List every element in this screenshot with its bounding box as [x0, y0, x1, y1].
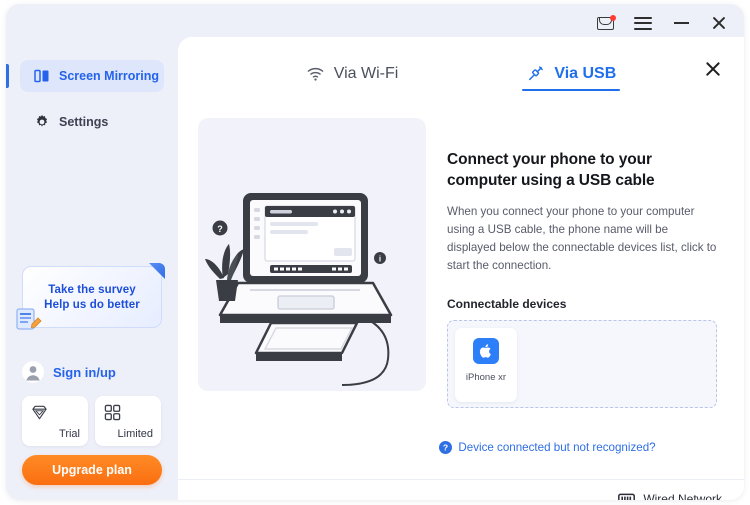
network-status-label: Wired Network [643, 492, 722, 500]
minimize-icon[interactable] [670, 12, 692, 34]
footer-divider [178, 479, 744, 480]
diamond-icon [32, 405, 47, 420]
connectable-devices-label: Connectable devices [447, 297, 567, 311]
plan-label: Trial [59, 428, 80, 440]
mail-badge-dot [609, 14, 616, 21]
connectable-devices-list: iPhone xr [447, 320, 717, 408]
wifi-icon [307, 67, 324, 81]
sidebar-item-label: Settings [59, 115, 109, 129]
tab-label: Via Wi-Fi [333, 64, 399, 82]
connection-tabs: Via Wi-Fi Via USB [178, 64, 744, 91]
device-not-recognized-link[interactable]: ? Device connected but not recognized? [350, 441, 744, 454]
gear-icon [36, 114, 48, 127]
window-controls [594, 12, 730, 34]
page-title: Connect your phone to your computer usin… [447, 151, 655, 189]
sidebar-nav: Screen Mirroring Settings [6, 60, 178, 152]
avatar-icon [22, 361, 44, 383]
survey-line-1: Take the survey [48, 283, 136, 296]
grid-icon [104, 404, 121, 421]
plan-cards: Trial Limited [22, 396, 162, 446]
help-link-label: Device connected but not recognized? [458, 441, 656, 454]
mail-icon[interactable] [594, 12, 616, 34]
plan-card-trial[interactable]: Trial [22, 396, 88, 446]
apple-logo-icon [479, 344, 491, 358]
tab-label: Via USB [554, 64, 617, 82]
survey-ribbon-corner [149, 263, 165, 279]
instruction-text: When you connect your phone to your comp… [447, 205, 717, 272]
survey-line-2: Help us do better [44, 298, 140, 311]
survey-form-icon [16, 308, 42, 330]
screen-mirroring-icon [34, 69, 49, 83]
sign-in-up-label: Sign in/up [53, 364, 116, 380]
upgrade-plan-button[interactable]: Upgrade plan [22, 455, 162, 485]
laptop-illustration: ? i [198, 118, 426, 391]
sidebar-item-label: Screen Mirroring [59, 69, 160, 83]
sidebar: Screen Mirroring Settings Take the surve… [6, 4, 178, 500]
main-panel: Via Wi-Fi Via USB ? i Connect your phone… [178, 37, 744, 500]
tab-via-usb[interactable]: Via USB [522, 64, 621, 91]
usb-instructions: Connect your phone to your computer usin… [447, 149, 717, 408]
question-circle-icon: ? [439, 441, 453, 454]
device-name: iPhone xr [465, 372, 507, 383]
app-window: Screen Mirroring Settings Take the surve… [6, 4, 744, 500]
tab-via-wifi[interactable]: Via Wi-Fi [306, 64, 399, 91]
sidebar-item-settings[interactable]: Settings [20, 106, 164, 138]
active-accent-bar [6, 64, 9, 88]
network-status[interactable]: Wired Network [618, 492, 722, 500]
svg-text:i: i [379, 255, 381, 264]
plan-card-limited[interactable]: Limited [95, 396, 161, 446]
apple-logo-tile [473, 338, 499, 364]
survey-card[interactable]: Take the survey Help us do better [16, 263, 165, 330]
laptop-with-plant-graphic: ? i [205, 193, 393, 386]
svg-text:?: ? [217, 224, 223, 234]
menu-icon[interactable] [632, 12, 654, 34]
ethernet-port-icon [618, 493, 636, 500]
sign-in-up-button[interactable]: Sign in/up [22, 359, 162, 385]
usb-cable-icon [529, 66, 544, 81]
device-item-iphone-xr[interactable]: iPhone xr [455, 328, 517, 402]
svg-text:?: ? [443, 443, 448, 453]
plan-label: Limited [117, 428, 153, 440]
sidebar-item-screen-mirroring[interactable]: Screen Mirroring [6, 60, 164, 92]
close-icon[interactable] [708, 12, 730, 34]
